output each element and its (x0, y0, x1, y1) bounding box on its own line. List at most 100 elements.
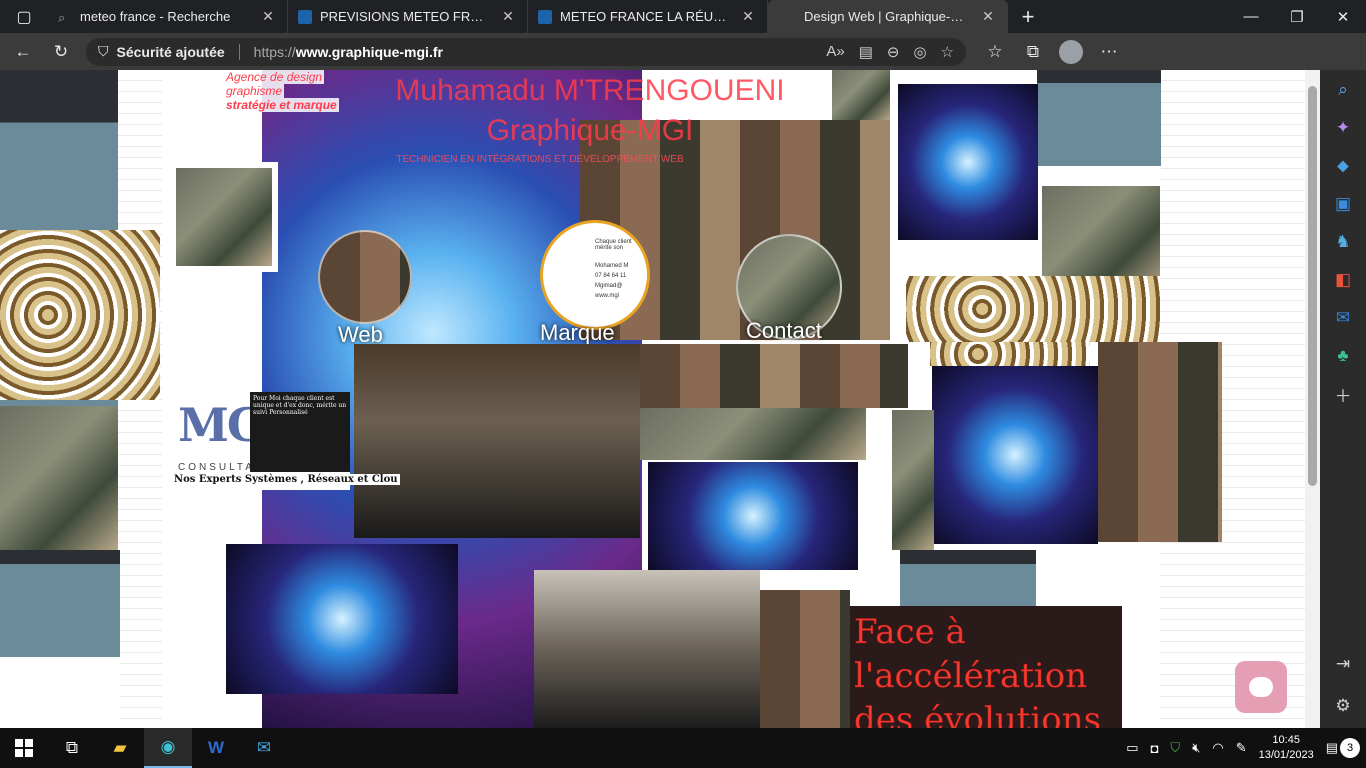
screen-record-icon[interactable]: ◘ (1151, 741, 1159, 756)
search-icon[interactable]: ⌕ (1331, 78, 1355, 102)
tab-actions-button[interactable]: ▢ (0, 0, 48, 33)
games-icon[interactable]: ♞ (1331, 230, 1355, 254)
copilot-icon[interactable]: ✦ (1331, 116, 1355, 140)
tag-icon[interactable]: ⬥ (1331, 154, 1355, 178)
task-view-icon: ⧉ (65, 738, 79, 757)
sidebar-bottom: ⇥ ⚙ (1331, 652, 1355, 718)
wifi-icon[interactable]: ◠ (1212, 740, 1223, 756)
pen-icon[interactable]: ✎ (1236, 740, 1247, 756)
profile-button[interactable] (1054, 37, 1088, 67)
mgi-experts-caption: Nos Experts Systèmes , Réseaux et Clou (172, 474, 400, 485)
tab-title: meteo france - Recherche (80, 9, 231, 24)
tree-icon[interactable]: ♣ (1331, 344, 1355, 368)
marque-card-text: 07 84 64 11 (595, 273, 627, 279)
scrollbar-thumb[interactable] (1308, 86, 1317, 486)
nav-contact-link[interactable]: Contact (746, 318, 822, 344)
notification-icon[interactable]: ▤ 3 (1326, 738, 1360, 758)
divider (238, 43, 240, 60)
emblem-row (930, 342, 1090, 366)
notification-count: 3 (1340, 738, 1360, 758)
hide-sidebar-icon[interactable]: ⇥ (1331, 652, 1355, 676)
security-shield-icon[interactable]: ⛉ (1170, 740, 1180, 756)
nav-marque-link[interactable]: Marque (540, 320, 615, 346)
clock[interactable]: 10:45 13/01/2023 (1259, 733, 1314, 763)
mail-button[interactable]: ✉ (240, 728, 288, 768)
tab-meteo-reunion[interactable]: METEO FRANCE LA RÉUNION pa ✕ (528, 0, 768, 33)
digital-art-image (648, 462, 858, 570)
clock-date: 13/01/2023 (1258, 749, 1314, 761)
tab-design-web[interactable]: Design Web | Graphique-mgi ✕ (768, 0, 1008, 33)
photo-collage-right (1098, 342, 1222, 542)
word-button[interactable]: W (192, 728, 240, 768)
add-favorite-icon[interactable]: ☆ (941, 43, 954, 61)
minimize-button[interactable]: — (1228, 0, 1274, 33)
volume-muted-icon[interactable]: 🔇︎ (1192, 740, 1200, 756)
office-icon[interactable]: ◧ (1331, 268, 1355, 292)
emblem-collage-right (906, 276, 1160, 342)
security-label: Sécurité ajoutée (116, 43, 225, 60)
immersive-reader-icon[interactable]: ▤ (859, 43, 873, 61)
chat-button[interactable] (1235, 661, 1287, 713)
close-tab-icon[interactable]: ✕ (739, 8, 757, 25)
tab-strip: ▢ ⌕ meteo france - Recherche ✕ PREVISION… (0, 0, 1366, 33)
add-icon[interactable]: ＋ (1331, 382, 1355, 406)
site-favicon-icon (298, 9, 312, 24)
photo-collage-bottom (760, 590, 850, 728)
nav-circle-web[interactable] (318, 230, 412, 324)
meet-now-icon[interactable]: ▭ (1126, 740, 1138, 756)
edge-button[interactable]: ◉ (144, 728, 192, 768)
tab-title: METEO FRANCE LA RÉUNION pa (560, 9, 731, 24)
shield-icon: ⛉ (98, 43, 109, 59)
edge-icon: ◉ (160, 737, 176, 756)
refresh-icon: ↻ (53, 41, 69, 61)
close-tab-icon[interactable]: ✕ (979, 8, 997, 25)
collections-icon: ⧉ (1026, 41, 1040, 61)
new-tab-button[interactable]: + (1008, 0, 1048, 33)
browser-toolbar: ← ↻ ⛉ Sécurité ajoutée https://www.graph… (0, 33, 1366, 70)
close-tab-icon[interactable]: ✕ (499, 8, 517, 25)
tab-meteo-search[interactable]: ⌕ meteo france - Recherche ✕ (48, 0, 288, 33)
collections-button[interactable]: ⧉ (1016, 37, 1050, 67)
task-view-button[interactable]: ⧉ (48, 728, 96, 768)
tracking-icon[interactable]: ◎ (913, 43, 926, 61)
clock-time: 10:45 (1272, 734, 1300, 746)
word-icon: W (207, 738, 225, 757)
close-tab-icon[interactable]: ✕ (259, 8, 277, 25)
start-button[interactable] (0, 728, 48, 768)
back-arrow-icon: ← (14, 41, 32, 61)
file-explorer-button[interactable]: ▰ (96, 728, 144, 768)
address-bar[interactable]: ⛉ Sécurité ajoutée https://www.graphique… (86, 37, 966, 66)
edge-sidebar: ⌕ ✦ ⬥ ▣ ♞ ◧ ✉ ♣ ＋ ⇥ ⚙ (1320, 70, 1366, 728)
windows-logo-icon (15, 739, 33, 757)
refresh-button[interactable]: ↻ (44, 37, 78, 67)
folder-icon: ▰ (113, 738, 127, 757)
page-scrollbar[interactable] (1305, 70, 1320, 728)
agency-tagline: stratégie et marque (224, 98, 339, 112)
warrior-card (170, 162, 278, 272)
toolbox-icon[interactable]: ▣ (1331, 192, 1355, 216)
mgi-quote-card: Pour Moi chaque client est unique et d'e… (250, 392, 350, 472)
room-photo (534, 570, 760, 728)
outlook-icon[interactable]: ✉ (1331, 306, 1355, 330)
more-menu-button[interactable]: ⋯ (1092, 37, 1126, 67)
close-window-button[interactable]: ✕ (1320, 0, 1366, 33)
mail-icon: ✉ (256, 738, 272, 757)
settings-gear-icon[interactable]: ⚙ (1331, 694, 1355, 718)
hero-name: Muhamadu M'TRENGOUENI (395, 74, 785, 107)
avatar (1059, 39, 1083, 64)
site-favicon-icon (538, 9, 552, 24)
read-aloud-icon[interactable]: A» (826, 43, 844, 61)
tab-actions-icon: ▢ (16, 8, 32, 26)
windows-taskbar: ⧉ ▰ ◉ W ✉ ▭ ◘ ⛉ 🔇︎ ◠ ✎ 10:45 13/01/2023 … (0, 728, 1366, 768)
headline-text: Face à l'accélération des évolutions des… (854, 612, 1102, 728)
dragon-image (892, 410, 934, 550)
tab-previsions[interactable]: PREVISIONS METEO FRANCE - Si ✕ (288, 0, 528, 33)
url-prefix: https:// (253, 43, 296, 60)
maximize-button[interactable]: ❐ (1274, 0, 1320, 33)
hero-brand: Graphique-MGI (486, 114, 694, 147)
marque-card-text: Mohamed M (595, 263, 629, 269)
back-button[interactable]: ← (6, 37, 40, 67)
zoom-out-icon[interactable]: ⊖ (887, 43, 900, 61)
background-screenshot-bottom-left (0, 550, 120, 728)
favorites-button[interactable]: ☆ (978, 37, 1012, 67)
